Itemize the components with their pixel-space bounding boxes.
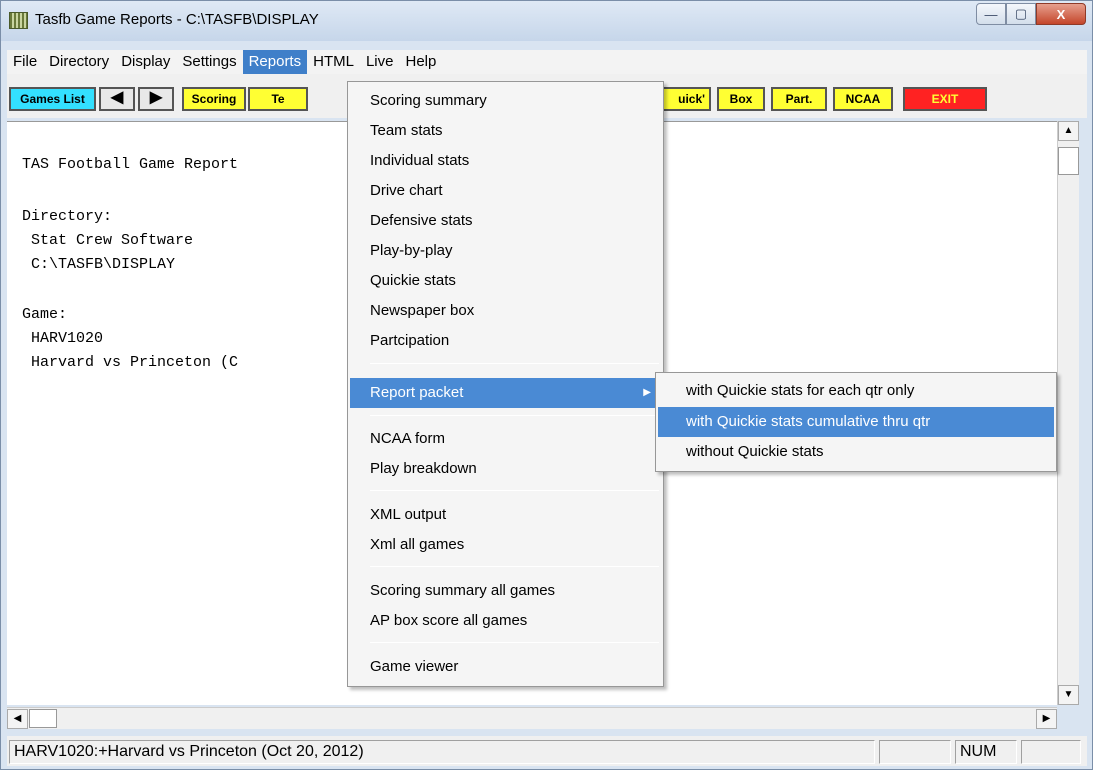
- minimize-button[interactable]: —: [976, 3, 1006, 25]
- window-title: Tasfb Game Reports - C:\TASFB\DISPLAY: [35, 11, 319, 28]
- status-empty-pane: [879, 740, 951, 764]
- window-controls: — ▢ X: [976, 3, 1086, 25]
- menu-separator: [370, 566, 659, 567]
- report-line: Stat Crew Software: [22, 232, 194, 249]
- arrow-left-icon: ◀: [110, 89, 124, 106]
- menu-item-report-packet-label: Report packet: [370, 384, 464, 401]
- status-empty-pane: [1021, 740, 1081, 764]
- exit-button[interactable]: EXIT: [903, 87, 987, 111]
- menu-item-team-stats[interactable]: Team stats: [350, 116, 661, 146]
- previous-button[interactable]: ◀: [99, 87, 135, 111]
- menu-live[interactable]: Live: [360, 50, 400, 74]
- report-line: Directory:: [22, 208, 113, 225]
- menu-item-defensive-stats[interactable]: Defensive stats: [350, 206, 661, 236]
- app-icon: [9, 12, 28, 29]
- menu-html[interactable]: HTML: [307, 50, 360, 74]
- scroll-right-icon[interactable]: ▶: [1036, 709, 1057, 729]
- menu-item-play-breakdown[interactable]: Play breakdown: [350, 454, 661, 484]
- scoring-button[interactable]: Scoring: [182, 87, 246, 111]
- scroll-up-icon[interactable]: ▲: [1058, 121, 1079, 141]
- maximize-button[interactable]: ▢: [1006, 3, 1036, 25]
- menu-file[interactable]: File: [7, 50, 43, 74]
- report-line: Game:: [22, 306, 68, 323]
- scroll-down-icon[interactable]: ▼: [1058, 685, 1079, 705]
- reports-menu: Scoring summary Team stats Individual st…: [347, 81, 664, 687]
- submenu-item-quickie-cumulative[interactable]: with Quickie stats cumulative thru qtr: [658, 407, 1054, 437]
- title-bar[interactable]: Tasfb Game Reports - C:\TASFB\DISPLAY — …: [1, 1, 1092, 41]
- status-bar: HARV1020:+Harvard vs Princeton (Oct 20, …: [7, 736, 1087, 766]
- team-button[interactable]: Te: [248, 87, 308, 111]
- submenu-item-without-quickie[interactable]: without Quickie stats: [658, 437, 1054, 467]
- horizontal-scroll-thumb[interactable]: [29, 709, 57, 728]
- menu-item-scoring-summary-all-games[interactable]: Scoring summary all games: [350, 576, 661, 606]
- report-line: HARV1020: [22, 330, 104, 347]
- menu-item-individual-stats[interactable]: Individual stats: [350, 146, 661, 176]
- next-button[interactable]: ▶: [138, 87, 174, 111]
- horizontal-scrollbar[interactable]: ◀ ▶: [7, 707, 1057, 729]
- report-packet-submenu: with Quickie stats for each qtr only wit…: [655, 372, 1057, 472]
- menu-item-participation[interactable]: Partcipation: [350, 326, 661, 356]
- menu-directory[interactable]: Directory: [43, 50, 115, 74]
- submenu-arrow-icon: ▶: [643, 387, 651, 398]
- menu-bar: File Directory Display Settings Reports …: [7, 50, 1087, 74]
- menu-item-newspaper-box[interactable]: Newspaper box: [350, 296, 661, 326]
- games-list-button[interactable]: Games List: [9, 87, 96, 111]
- status-num: NUM: [955, 740, 1017, 764]
- minimize-icon: —: [984, 6, 998, 22]
- vertical-scroll-thumb[interactable]: [1058, 147, 1079, 175]
- menu-reports[interactable]: Reports: [242, 50, 308, 74]
- status-game: HARV1020:+Harvard vs Princeton (Oct 20, …: [9, 740, 875, 764]
- menu-separator: [370, 490, 659, 491]
- menu-help[interactable]: Help: [399, 50, 442, 74]
- vertical-scrollbar[interactable]: ▲ ▼: [1057, 121, 1079, 705]
- scroll-left-icon[interactable]: ◀: [7, 709, 28, 729]
- menu-item-quickie-stats[interactable]: Quickie stats: [350, 266, 661, 296]
- menu-item-drive-chart[interactable]: Drive chart: [350, 176, 661, 206]
- close-button[interactable]: X: [1036, 3, 1086, 25]
- menu-separator: [370, 363, 659, 364]
- close-icon: X: [1056, 6, 1066, 22]
- menu-item-scoring-summary[interactable]: Scoring summary: [350, 86, 661, 116]
- menu-item-play-by-play[interactable]: Play-by-play: [350, 236, 661, 266]
- arrow-right-icon: ▶: [149, 89, 163, 106]
- participation-button[interactable]: Part.: [771, 87, 827, 111]
- menu-item-xml-all-games[interactable]: Xml all games: [350, 530, 661, 560]
- menu-display[interactable]: Display: [115, 50, 176, 74]
- report-line: TAS Football Game Report: [22, 156, 239, 173]
- menu-separator: [370, 415, 659, 416]
- maximize-icon: ▢: [1014, 6, 1028, 21]
- menu-separator: [370, 642, 659, 643]
- menu-item-xml-output[interactable]: XML output: [350, 500, 661, 530]
- app-window: Tasfb Game Reports - C:\TASFB\DISPLAY — …: [0, 0, 1093, 770]
- box-button[interactable]: Box: [717, 87, 765, 111]
- submenu-item-quickie-each-qtr[interactable]: with Quickie stats for each qtr only: [658, 376, 1054, 406]
- menu-item-report-packet[interactable]: Report packet ▶: [350, 378, 661, 408]
- report-line: C:\TASFB\DISPLAY: [22, 256, 176, 273]
- menu-item-ncaa-form[interactable]: NCAA form: [350, 424, 661, 454]
- menu-item-ap-box-score-all-games[interactable]: AP box score all games: [350, 606, 661, 636]
- menu-item-game-viewer[interactable]: Game viewer: [350, 652, 661, 682]
- menu-settings[interactable]: Settings: [176, 50, 242, 74]
- report-line: Harvard vs Princeton (C: [22, 354, 239, 371]
- ncaa-button[interactable]: NCAA: [833, 87, 893, 111]
